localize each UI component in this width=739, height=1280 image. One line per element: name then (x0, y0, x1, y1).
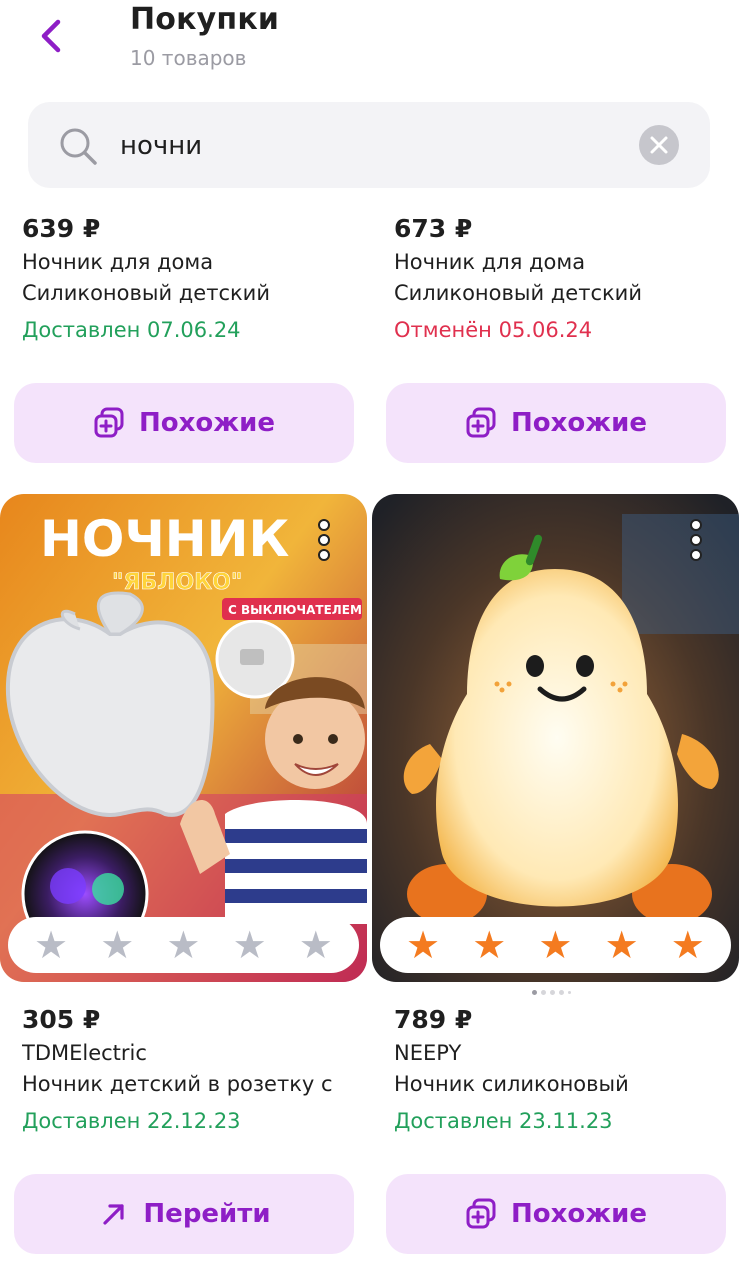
pager-dot (550, 990, 555, 995)
similar-button[interactable]: Похожие (386, 383, 726, 463)
similar-icon (94, 407, 124, 438)
product-title: Ночник силиконовый (394, 1072, 629, 1096)
search-input[interactable] (120, 124, 620, 168)
star-icon[interactable]: ★ (472, 926, 506, 964)
close-icon (650, 136, 668, 154)
more-options-button[interactable] (686, 518, 706, 562)
product-price: 639 ₽ (22, 214, 101, 243)
product-price: 305 ₽ (22, 1005, 101, 1034)
similar-button-label: Похожие (511, 1199, 647, 1229)
pager-dot (559, 990, 564, 995)
similar-button-label: Похожие (511, 408, 647, 438)
star-icon[interactable]: ★ (100, 926, 134, 964)
back-button[interactable] (30, 14, 74, 58)
image-subtitle-text: "ЯБЛОКО" (112, 570, 242, 595)
star-icon[interactable]: ★ (233, 926, 267, 964)
pear-nightlight-photo (372, 494, 739, 982)
product-subtitle: Силиконовый детский (22, 281, 270, 305)
image-title-text: НОЧНИК (40, 510, 289, 568)
star-icon[interactable]: ★ (605, 926, 639, 964)
chevron-left-icon (41, 19, 61, 53)
header: Покупки 10 товаров (0, 0, 739, 90)
product-title: Ночник для дома (394, 250, 586, 274)
similar-button[interactable]: Похожие (14, 383, 354, 463)
star-icon[interactable]: ★ (34, 926, 68, 964)
arrow-up-right-icon (103, 1204, 125, 1225)
clear-search-button[interactable] (639, 125, 679, 165)
items-count: 10 товаров (130, 46, 247, 70)
product-title: Ночник детский в розетку с (22, 1072, 333, 1096)
product-title: Ночник для дома (22, 250, 214, 274)
product-price: 789 ₽ (394, 1005, 473, 1034)
image-pager-dots (532, 990, 571, 995)
product-subtitle: Силиконовый детский (394, 281, 642, 305)
image-badge-text: С ВЫКЛЮЧАТЕЛЕМ (228, 603, 362, 617)
product-image[interactable]: НОЧНИК "ЯБЛОКО" С ВЫКЛЮЧАТЕЛЕМ ★ ★ ★ ★ ★ (0, 494, 367, 982)
page-title: Покупки (130, 2, 280, 37)
product-price: 673 ₽ (394, 214, 473, 243)
pager-dot (541, 990, 546, 995)
rating-stars[interactable]: ★ ★ ★ ★ ★ (8, 917, 359, 973)
search-bar[interactable] (28, 102, 710, 188)
search-icon (60, 128, 97, 165)
more-options-button[interactable] (314, 518, 334, 562)
more-vertical-icon (318, 519, 330, 561)
pager-dot (568, 991, 571, 994)
similar-button[interactable]: Похожие (386, 1174, 726, 1254)
delivery-status: Доставлен 07.06.24 (22, 318, 241, 342)
apple-nightlight-photo: НОЧНИК "ЯБЛОКО" С ВЫКЛЮЧАТЕЛЕМ (0, 494, 367, 982)
star-icon[interactable]: ★ (166, 926, 200, 964)
rating-stars[interactable]: ★ ★ ★ ★ ★ (380, 917, 731, 973)
more-vertical-icon (690, 519, 702, 561)
go-to-button-label: Перейти (143, 1199, 271, 1229)
star-icon[interactable]: ★ (299, 926, 333, 964)
delivery-status: Доставлен 22.12.23 (22, 1109, 241, 1133)
similar-icon (466, 1198, 496, 1229)
star-icon[interactable]: ★ (671, 926, 705, 964)
similar-icon (466, 407, 496, 438)
product-brand: NEEPY (394, 1041, 462, 1065)
pager-dot (532, 990, 537, 995)
cancelled-status: Отменён 05.06.24 (394, 318, 593, 342)
product-image[interactable]: ★ ★ ★ ★ ★ (372, 494, 739, 982)
similar-button-label: Похожие (139, 408, 275, 438)
star-icon[interactable]: ★ (538, 926, 572, 964)
delivery-status: Доставлен 23.11.23 (394, 1109, 613, 1133)
product-brand: TDMElectric (22, 1041, 147, 1065)
star-icon[interactable]: ★ (406, 926, 440, 964)
go-to-button[interactable]: Перейти (14, 1174, 354, 1254)
